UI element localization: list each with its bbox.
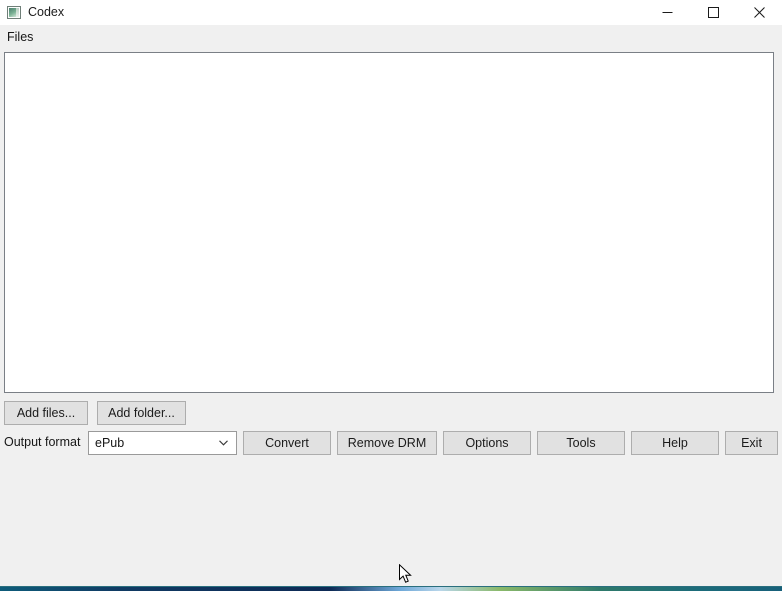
output-format-value: ePub [95,436,125,450]
remove-drm-button[interactable]: Remove DRM [337,431,437,455]
options-button[interactable]: Options [443,431,531,455]
title-bar: Codex [0,0,782,25]
file-list[interactable] [4,52,774,393]
add-files-button[interactable]: Add files... [4,401,88,425]
convert-button[interactable]: Convert [243,431,331,455]
maximize-icon [707,7,719,18]
menu-item-files[interactable]: Files [5,29,35,45]
close-button[interactable] [736,0,782,25]
close-icon [753,7,765,18]
tools-button[interactable]: Tools [537,431,625,455]
maximize-button[interactable] [690,0,736,25]
file-list-empty-area [5,53,773,392]
output-format-select[interactable]: ePub [88,431,237,455]
window-title: Codex [28,5,65,19]
help-button[interactable]: Help [631,431,719,455]
output-format-label: Output format [4,435,81,449]
menu-bar: Files [0,25,782,48]
desktop-wallpaper-strip [0,586,782,591]
application-window: Codex Files Add files... Add folder... O… [0,0,782,586]
app-icon-shape-left [9,8,16,17]
app-icon-shape-right [16,8,19,17]
add-folder-button[interactable]: Add folder... [97,401,186,425]
chevron-down-icon [219,440,228,446]
minimize-button[interactable] [644,0,690,25]
app-image-icon [7,6,21,19]
exit-button[interactable]: Exit [725,431,778,455]
minimize-icon [662,12,672,13]
